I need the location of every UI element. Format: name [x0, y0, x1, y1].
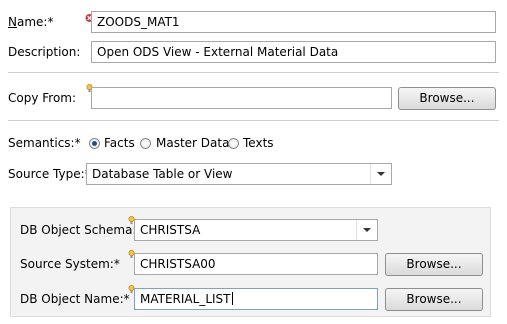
name-field-value: ZOODS_MAT1	[97, 15, 180, 29]
db-object-schema-label: DB Object Schema:*	[20, 222, 142, 238]
semantics-label-text: Semantics:*	[8, 136, 81, 150]
source-system-browse-button[interactable]: Browse...	[385, 253, 483, 276]
source-system-field[interactable]: CHRISTSA00	[134, 253, 378, 275]
master-data-radio[interactable]	[140, 138, 151, 149]
semantics-label: Semantics:*	[8, 135, 81, 151]
source-system-browse-label: Browse...	[406, 257, 462, 271]
facts-radio-label[interactable]: Facts	[104, 135, 135, 151]
copy-from-label: Copy From:	[8, 90, 76, 106]
description-field[interactable]: Open ODS View - External Material Data	[91, 41, 496, 63]
source-type-value: Database Table or View	[92, 167, 233, 181]
db-object-schema-dropdown[interactable]: CHRISTSA	[134, 219, 378, 241]
description-label: Description:	[8, 44, 80, 60]
name-field[interactable]: ZOODS_MAT1	[91, 11, 496, 33]
separator	[8, 72, 499, 73]
source-system-label: Source System:*	[20, 256, 120, 272]
db-object-name-label-text: DB Object Name:*	[20, 292, 130, 306]
master-data-radio-label[interactable]: Master Data	[156, 135, 229, 151]
texts-radio-label[interactable]: Texts	[243, 135, 274, 151]
chevron-down-icon[interactable]	[356, 220, 377, 240]
source-type-label-text: Source Type:*	[8, 167, 91, 181]
facts-label-text: Facts	[104, 136, 135, 150]
copy-from-field[interactable]	[91, 87, 392, 109]
description-field-value: Open ODS View - External Material Data	[97, 45, 339, 59]
description-label-text: Description:	[8, 45, 81, 59]
db-object-name-browse-button[interactable]: Browse...	[385, 288, 483, 311]
master-data-label-text: Master Data	[156, 136, 230, 150]
text-cursor	[231, 292, 233, 305]
copy-from-label-text: Copy From:	[8, 91, 77, 105]
db-object-name-browse-label: Browse...	[406, 292, 462, 306]
chevron-down-icon[interactable]	[370, 164, 391, 184]
texts-radio[interactable]	[228, 138, 239, 149]
source-system-label-text: Source System:*	[20, 257, 120, 271]
db-object-name-value: MATERIAL_LIST	[140, 292, 231, 306]
db-object-schema-value: CHRISTSA	[140, 223, 201, 237]
source-system-value: CHRISTSA00	[140, 257, 216, 271]
separator	[8, 120, 499, 121]
db-object-schema-label-text: DB Object Schema:*	[20, 223, 143, 237]
name-label: Name:*	[8, 15, 54, 29]
copy-from-browse-label: Browse...	[419, 91, 475, 105]
db-object-name-field[interactable]: MATERIAL_LIST	[134, 288, 378, 310]
source-type-dropdown[interactable]: Database Table or View	[86, 163, 392, 185]
copy-from-browse-button[interactable]: Browse...	[398, 87, 496, 110]
facts-radio[interactable]	[89, 138, 100, 149]
name-label-text: ame:*	[16, 15, 54, 29]
db-object-name-label: DB Object Name:*	[20, 291, 130, 307]
source-type-label: Source Type:*	[8, 166, 91, 182]
texts-label-text: Texts	[243, 136, 274, 150]
